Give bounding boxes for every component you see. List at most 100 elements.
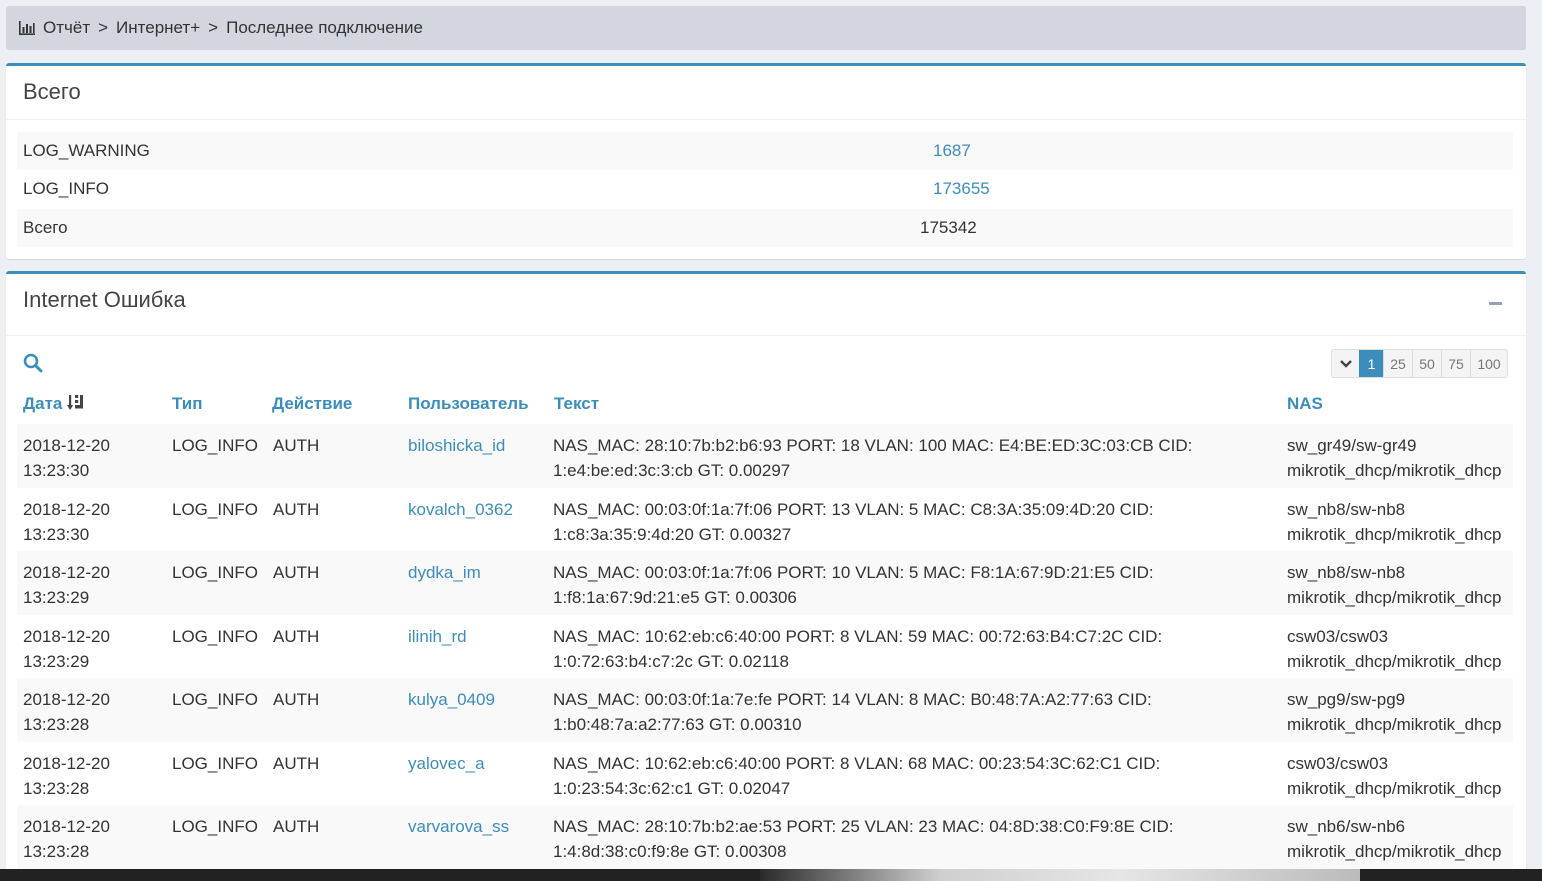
- cell-action: AUTH: [273, 499, 320, 519]
- column-header-action[interactable]: Действие: [272, 394, 352, 414]
- column-header-nas[interactable]: NAS: [1287, 394, 1323, 414]
- text-line: NAS_MAC: 00:03:0f:1a:7e:fe PORT: 14 VLAN…: [553, 690, 1152, 709]
- cell-type: LOG_INFO: [172, 690, 258, 709]
- time-value: 13:23:28: [23, 715, 90, 734]
- cell-type: LOG_INFO: [172, 436, 258, 455]
- summary-title: Всего: [23, 79, 81, 104]
- breadcrumb-separator: >: [208, 18, 219, 37]
- table-row: 2018-12-20 13:23:28 LOG_INFO AUTH varvar…: [17, 805, 1513, 869]
- summary-label: LOG_WARNING: [23, 141, 150, 160]
- date-value: 2018-12-20: [23, 626, 110, 646]
- page-size-option[interactable]: 75: [1441, 350, 1470, 377]
- nas-line: mikrotik_dhcp/mikrotik_dhcp: [1287, 524, 1502, 544]
- cell-date: 2018-12-20 13:23:28: [23, 751, 110, 801]
- cell-nas: sw_gr49/sw-gr49 mikrotik_dhcp/mikrotik_d…: [1287, 433, 1501, 483]
- summary-label: Всего: [23, 218, 68, 237]
- page-size-option[interactable]: 50: [1412, 350, 1441, 377]
- nas-line: mikrotik_dhcp/mikrotik_dhcp: [1287, 842, 1502, 861]
- search-icon[interactable]: [23, 353, 43, 373]
- cell-action: AUTH: [273, 690, 320, 709]
- page-size-pager: 1 25 50 75 100: [1331, 349, 1508, 378]
- cell-type: LOG_INFO: [172, 499, 258, 519]
- cell-nas: sw_nb6/sw-nb6 mikrotik_dhcp/mikrotik_dhc…: [1287, 814, 1501, 864]
- errors-box: Internet Ошибка 1 25 50 75 100 Дата Тип …: [6, 271, 1526, 881]
- page-size-option[interactable]: 100: [1470, 350, 1507, 377]
- column-header-label: Дата: [23, 394, 63, 413]
- breadcrumb-item-report[interactable]: Отчёт: [43, 18, 90, 38]
- text-line: 1:f8:1a:67:9d:21:e5 GT: 0.00306: [553, 588, 797, 607]
- text-line: NAS_MAC: 00:03:0f:1a:7f:06 PORT: 13 VLAN…: [553, 499, 1154, 519]
- cell-text: NAS_MAC: 00:03:0f:1a:7f:06 PORT: 10 VLAN…: [553, 560, 1154, 610]
- text-line: NAS_MAC: 28:10:7b:b2:ae:53 PORT: 25 VLAN…: [553, 817, 1174, 836]
- cell-action: AUTH: [273, 753, 320, 773]
- nas-line: csw03/csw03: [1287, 626, 1389, 646]
- page-size-option[interactable]: 1: [1359, 350, 1383, 377]
- table-row: 2018-12-20 13:23:29 LOG_INFO AUTH ilinih…: [17, 615, 1513, 679]
- summary-value-link[interactable]: 173655: [933, 179, 990, 199]
- nas-line: sw_nb6/sw-nb6: [1287, 817, 1406, 836]
- table-row: 2018-12-20 13:23:29 LOG_INFO AUTH dydka_…: [17, 551, 1513, 615]
- cell-text: NAS_MAC: 10:62:eb:c6:40:00 PORT: 8 VLAN:…: [553, 751, 1160, 801]
- user-link[interactable]: biloshicka_id: [408, 433, 505, 458]
- user-link[interactable]: ilinih_rd: [408, 624, 467, 649]
- nas-line: sw_nb8/sw-nb8: [1287, 563, 1406, 582]
- nas-line: csw03/csw03: [1287, 753, 1389, 773]
- summary-row-warning: LOG_WARNING 1687: [17, 132, 1513, 170]
- chevron-down-icon[interactable]: [1332, 350, 1359, 377]
- text-line: NAS_MAC: 28:10:7b:b2:b6:93 PORT: 18 VLAN…: [553, 436, 1193, 455]
- cell-nas: csw03/csw03 mikrotik_dhcp/mikrotik_dhcp: [1287, 751, 1501, 801]
- summary-row-info: LOG_INFO 173655: [17, 170, 1513, 208]
- cell-date: 2018-12-20 13:23:30: [23, 433, 110, 483]
- sort-desc-icon[interactable]: [67, 394, 85, 411]
- time-value: 13:23:29: [23, 588, 90, 607]
- user-link[interactable]: yalovec_a: [408, 751, 485, 776]
- breadcrumb-separator: >: [98, 18, 109, 37]
- text-line: 1:b0:48:7a:a2:77:63 GT: 0.00310: [553, 715, 802, 734]
- user-link[interactable]: kovalch_0362: [408, 497, 513, 522]
- cell-date: 2018-12-20 13:23:28: [23, 814, 110, 864]
- column-header-text[interactable]: Текст: [554, 394, 599, 414]
- errors-divider: [6, 335, 1526, 336]
- time-value: 13:23:30: [23, 461, 90, 480]
- cell-action: AUTH: [273, 436, 320, 455]
- text-line: 1:0:23:54:3c:62:c1 GT: 0.02047: [553, 778, 791, 798]
- summary-value-link[interactable]: 1687: [933, 141, 971, 161]
- text-line: 1:0:72:63:b4:c7:2c GT: 0.02118: [553, 651, 789, 671]
- summary-row-total: Всего 175342: [17, 209, 1513, 247]
- nas-line: sw_gr49/sw-gr49: [1287, 436, 1417, 455]
- nas-line: mikrotik_dhcp/mikrotik_dhcp: [1287, 651, 1502, 671]
- cell-action: AUTH: [273, 563, 320, 582]
- column-header-user[interactable]: Пользователь: [408, 394, 529, 414]
- time-value: 13:23:28: [23, 842, 90, 861]
- table-row: 2018-12-20 13:23:28 LOG_INFO AUTH kulya_…: [17, 678, 1513, 742]
- user-link[interactable]: varvarova_ss: [408, 814, 509, 839]
- user-link[interactable]: dydka_im: [408, 560, 481, 585]
- cell-date: 2018-12-20 13:23:30: [23, 497, 110, 547]
- cell-nas: sw_pg9/sw-pg9 mikrotik_dhcp/mikrotik_dhc…: [1287, 687, 1501, 737]
- footer-strip: [0, 869, 1542, 881]
- date-value: 2018-12-20: [23, 753, 110, 773]
- text-line: NAS_MAC: 10:62:eb:c6:40:00 PORT: 8 VLAN:…: [553, 753, 1161, 773]
- breadcrumb-item-last-connection: Последнее подключение: [226, 18, 423, 37]
- cell-text: NAS_MAC: 00:03:0f:1a:7e:fe PORT: 14 VLAN…: [553, 687, 1152, 737]
- summary-divider: [6, 119, 1526, 120]
- minus-icon[interactable]: [1489, 302, 1502, 305]
- user-link[interactable]: kulya_0409: [408, 687, 495, 712]
- time-value: 13:23:30: [23, 524, 90, 544]
- breadcrumb-item-internet[interactable]: Интернет+: [116, 18, 200, 38]
- cell-text: NAS_MAC: 00:03:0f:1a:7f:06 PORT: 13 VLAN…: [553, 497, 1154, 547]
- cell-nas: sw_nb8/sw-nb8 mikrotik_dhcp/mikrotik_dhc…: [1287, 497, 1501, 547]
- date-value: 2018-12-20: [23, 690, 110, 709]
- nas-line: mikrotik_dhcp/mikrotik_dhcp: [1287, 588, 1502, 607]
- column-header-date[interactable]: Дата: [23, 394, 85, 414]
- date-value: 2018-12-20: [23, 499, 110, 519]
- summary-total-value: 175342: [920, 218, 977, 237]
- cell-type: LOG_INFO: [172, 817, 258, 836]
- nas-line: mikrotik_dhcp/mikrotik_dhcp: [1287, 461, 1502, 480]
- column-header-type[interactable]: Тип: [172, 394, 202, 414]
- errors-title: Internet Ошибка: [23, 287, 186, 312]
- page-size-option[interactable]: 25: [1383, 350, 1412, 377]
- cell-type: LOG_INFO: [172, 626, 258, 646]
- cell-date: 2018-12-20 13:23:29: [23, 560, 110, 610]
- cell-date: 2018-12-20 13:23:29: [23, 624, 110, 674]
